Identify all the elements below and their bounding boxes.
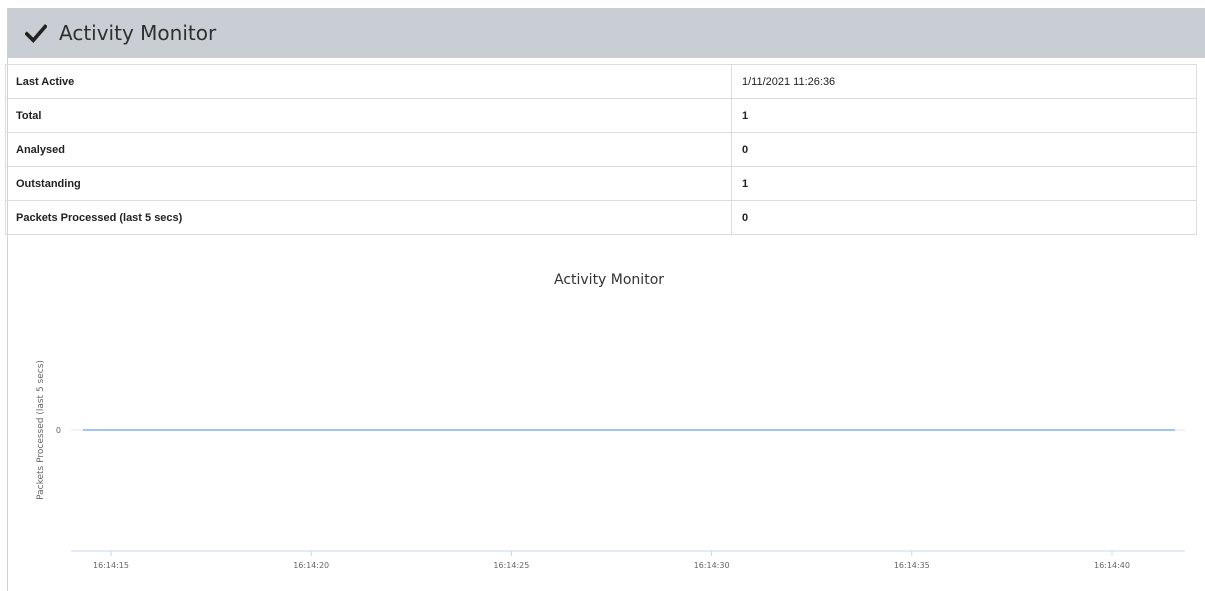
stat-label-analysed: Analysed (5, 132, 732, 167)
chart-y-axis-label: Packets Processed (last 5 secs) (36, 360, 46, 500)
x-tick-label: 16:14:40 (1094, 561, 1130, 570)
stats-table: Last Active 1/11/2021 11:26:36 Total 1 A… (5, 64, 1197, 235)
stat-label-packets-processed: Packets Processed (last 5 secs) (5, 200, 732, 235)
plot-area: 0 16:14:15 16:14:20 16:14:25 16:14:30 16:14:3… (56, 426, 1185, 570)
table-row: Analysed 0 (5, 132, 1197, 167)
panel-title: Activity Monitor (59, 21, 217, 45)
x-tick-label: 16:14:15 (93, 561, 129, 570)
x-tick-label: 16:14:20 (293, 561, 329, 570)
table-row: Last Active 1/11/2021 11:26:36 (5, 64, 1197, 99)
stat-value-packets-processed: 0 (731, 200, 1197, 235)
stat-label-last-active: Last Active (5, 64, 732, 99)
stat-value-analysed: 0 (731, 132, 1197, 167)
panel-header: Activity Monitor (8, 8, 1205, 58)
stat-value-total: 1 (731, 98, 1197, 133)
x-tick-label: 16:14:30 (694, 561, 730, 570)
stat-label-total: Total (5, 98, 732, 133)
x-tick-label: 16:14:25 (493, 561, 529, 570)
table-row: Packets Processed (last 5 secs) 0 (5, 200, 1197, 235)
activity-chart: Activity Monitor Packets Processed (last… (5, 258, 1197, 583)
table-row: Total 1 (5, 98, 1197, 133)
y-tick-label: 0 (56, 426, 61, 435)
checkmark-icon (25, 23, 47, 44)
x-tick-label: 16:14:35 (894, 561, 930, 570)
chart-title: Activity Monitor (554, 272, 664, 288)
stat-value-outstanding: 1 (731, 166, 1197, 201)
stat-value-last-active: 1/11/2021 11:26:36 (731, 64, 1197, 99)
chart-svg: Activity Monitor Packets Processed (last… (36, 272, 1185, 570)
table-row: Outstanding 1 (5, 166, 1197, 201)
stat-label-outstanding: Outstanding (5, 166, 732, 201)
